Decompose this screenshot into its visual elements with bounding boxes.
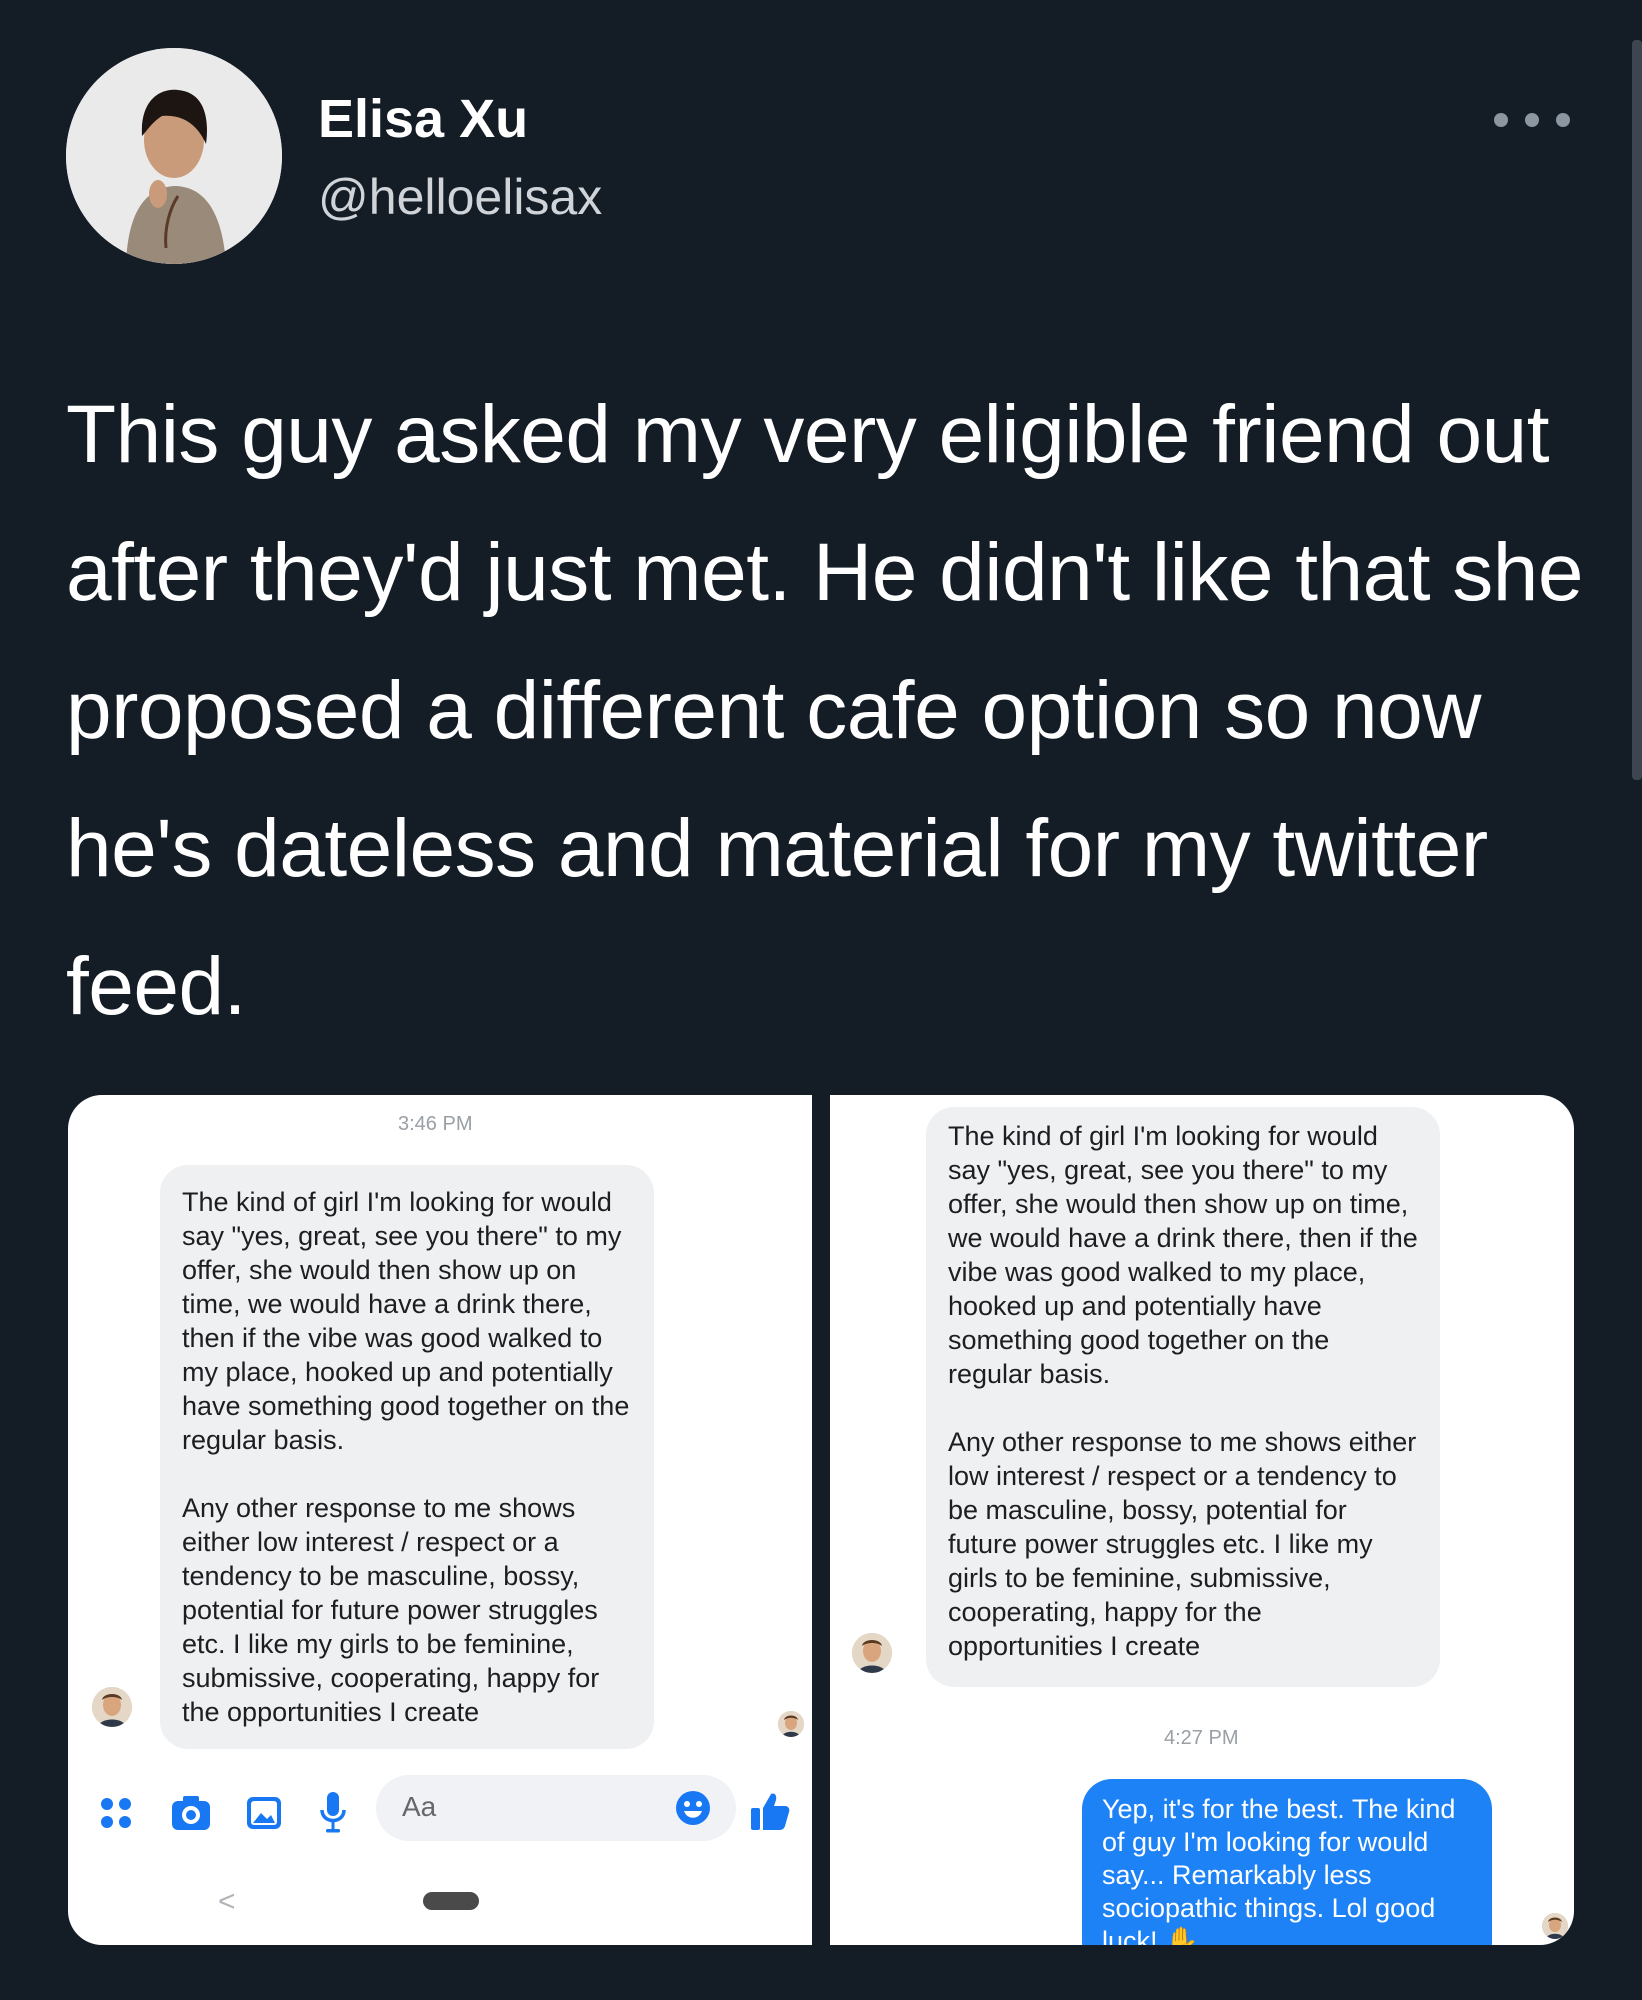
user-handle[interactable]: @helloelisax (318, 168, 602, 226)
display-name[interactable]: Elisa Xu (318, 88, 528, 150)
messenger-screenshot-left: 3:46 PM The kind of girl I'm looking for… (68, 1095, 812, 1945)
sent-message: Yep, it's for the best. The kind of guy … (1082, 1779, 1492, 1945)
sender-avatar (92, 1687, 132, 1727)
microphone-icon[interactable] (316, 1789, 350, 1835)
timestamp: 4:27 PM (1164, 1727, 1239, 1749)
received-message: The kind of girl I'm looking for would s… (160, 1165, 654, 1749)
camera-icon[interactable] (170, 1793, 212, 1833)
message-input-placeholder: Aa (402, 1791, 437, 1822)
gallery-icon[interactable] (244, 1793, 284, 1833)
read-receipt-avatar (1542, 1913, 1568, 1939)
profile-avatar[interactable] (66, 48, 282, 264)
more-icon[interactable] (1494, 108, 1570, 132)
tweet-text: This guy asked my very eligible friend o… (66, 389, 1583, 1032)
back-nav-button[interactable]: < (218, 1885, 236, 1919)
scrollbar[interactable] (1632, 40, 1642, 780)
like-icon[interactable] (748, 1789, 792, 1833)
messenger-screenshot-right: The kind of girl I'm looking for would s… (830, 1095, 1574, 1945)
read-receipt-avatar (778, 1711, 804, 1737)
message-input[interactable]: Aa (376, 1775, 736, 1841)
sender-avatar (852, 1633, 892, 1673)
received-message: The kind of girl I'm looking for would s… (926, 1107, 1440, 1687)
home-nav-pill[interactable] (423, 1892, 479, 1910)
timestamp: 3:46 PM (398, 1113, 473, 1135)
apps-icon[interactable] (98, 1795, 134, 1831)
emoji-icon[interactable] (674, 1789, 712, 1827)
